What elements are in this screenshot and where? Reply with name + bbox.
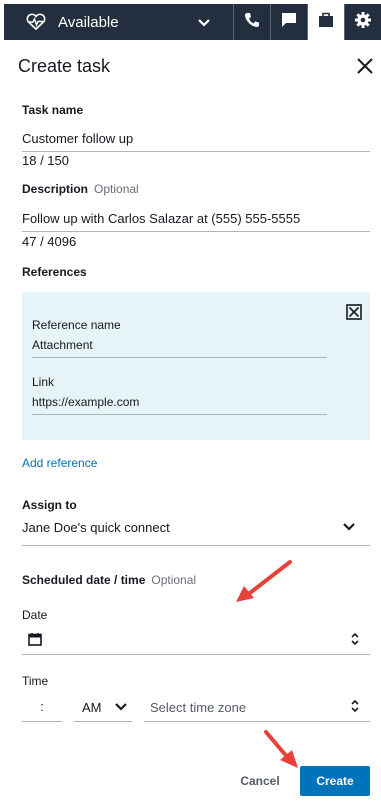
description-input[interactable]: Follow up with Carlos Salazar at (555) 5…: [22, 211, 370, 232]
calendar-icon: [28, 632, 42, 651]
tasks-button[interactable]: [308, 4, 345, 40]
close-button[interactable]: [354, 55, 376, 77]
description-counter: 47 / 4096: [22, 234, 77, 249]
link-input[interactable]: https://example.com: [32, 395, 327, 415]
annotation-arrow-icon: [264, 730, 298, 768]
timezone-placeholder: Select time zone: [150, 700, 247, 715]
assign-to-select[interactable]: Jane Doe's quick connect: [22, 520, 370, 546]
ampm-select[interactable]: AM: [74, 694, 132, 722]
optional-tag: Optional: [94, 182, 139, 196]
chevron-down-icon: [197, 15, 211, 33]
briefcase-icon: [317, 11, 335, 34]
create-button[interactable]: Create: [300, 766, 370, 796]
annotation-arrow-icon: [236, 560, 292, 602]
task-name-counter: 18 / 150: [22, 153, 69, 168]
time-label: Time: [22, 674, 49, 688]
settings-button[interactable]: [345, 4, 381, 40]
timezone-select[interactable]: Select time zone: [144, 694, 370, 722]
chevron-down-icon: [342, 520, 356, 535]
date-input[interactable]: [22, 629, 370, 655]
gear-icon: [354, 11, 372, 34]
task-name-label: Task name: [22, 103, 84, 117]
close-box-icon: [346, 304, 362, 320]
top-bar: Available: [4, 4, 381, 40]
time-controls: : AM Select time zone: [22, 694, 370, 724]
scheduled-label: Scheduled date / time Optional: [22, 573, 197, 587]
chevron-down-icon: [114, 700, 128, 715]
description-label: Description Optional: [22, 182, 139, 196]
references-label: References: [22, 265, 87, 279]
ampm-value: AM: [82, 700, 102, 715]
cancel-button[interactable]: Cancel: [232, 769, 288, 793]
chat-button[interactable]: [271, 4, 307, 40]
time-input[interactable]: :: [22, 694, 62, 722]
sort-icon: [350, 632, 360, 651]
sort-icon: [350, 699, 360, 716]
chat-icon: [280, 11, 298, 34]
heartbeat-icon: [24, 12, 48, 32]
optional-tag: Optional: [151, 573, 197, 587]
status-selector[interactable]: Available: [4, 4, 233, 40]
reference-card: Reference name Attachment Link https://e…: [22, 292, 370, 440]
status-label: Available: [58, 13, 119, 31]
date-label: Date: [22, 608, 48, 622]
page-title: Create task: [18, 55, 111, 76]
task-name-input[interactable]: Customer follow up: [22, 131, 370, 152]
remove-reference-button[interactable]: [346, 304, 362, 320]
assign-to-value: Jane Doe's quick connect: [22, 520, 170, 535]
reference-name-label: Reference name: [32, 318, 121, 332]
close-icon: [357, 58, 373, 74]
phone-button[interactable]: [234, 4, 270, 40]
link-label: Link: [32, 375, 55, 389]
phone-icon: [243, 11, 261, 34]
reference-name-input[interactable]: Attachment: [32, 338, 327, 358]
panel-header: Create task: [18, 52, 376, 80]
assign-to-label: Assign to: [22, 498, 77, 512]
add-reference-link[interactable]: Add reference: [22, 456, 97, 470]
